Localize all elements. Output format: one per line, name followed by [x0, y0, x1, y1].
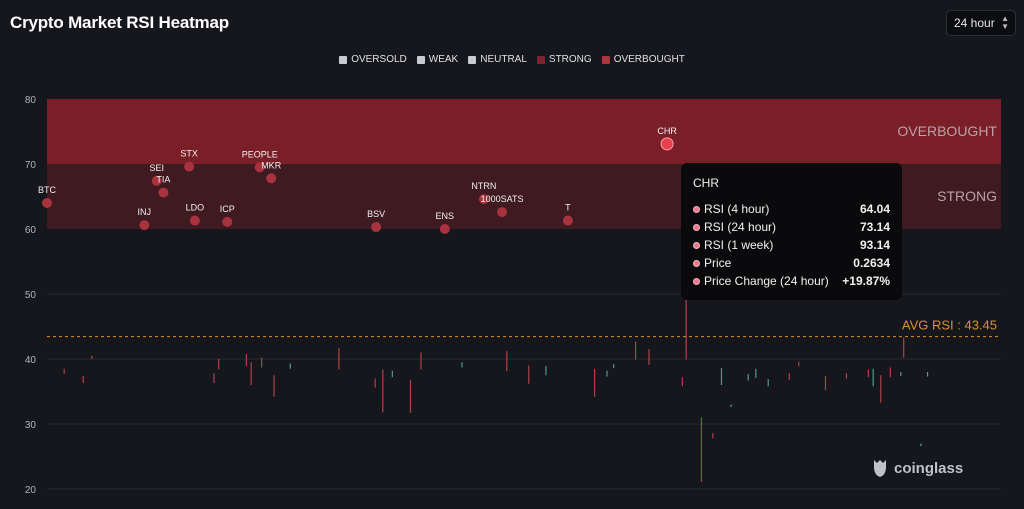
- point-label: BTC: [38, 185, 57, 195]
- tooltip-value: 73.14: [859, 220, 890, 234]
- y-tick-label: 70: [25, 160, 37, 171]
- tooltip-row: RSI (4 hour) 64.04: [693, 200, 890, 218]
- tooltip-label: RSI (1 week): [704, 238, 774, 252]
- point-label: NTRN: [471, 181, 496, 191]
- point-label: TIA: [156, 175, 170, 185]
- tooltip-label: Price Change (24 hour): [704, 274, 829, 288]
- point-label: T: [565, 203, 571, 213]
- y-tick-label: 50: [25, 290, 37, 301]
- data-point-stx: [184, 161, 195, 172]
- tooltip-title: CHR: [693, 176, 719, 190]
- point-label: BSV: [367, 209, 385, 219]
- y-tick-label: 60: [25, 225, 37, 236]
- zone-label: STRONG: [937, 188, 997, 204]
- y-tick-label: 80: [25, 95, 37, 106]
- tooltip-label: Price: [704, 256, 732, 270]
- tooltip-value: +19.87%: [842, 274, 890, 288]
- tooltip-dot-icon: [693, 259, 700, 267]
- data-point-1000sats: [497, 207, 508, 218]
- point-label: MKR: [261, 160, 282, 170]
- point-label: CHR: [657, 126, 677, 136]
- coinglass-logo: coinglass: [871, 458, 963, 478]
- tooltip-row: Price 0.2634: [693, 254, 890, 272]
- data-point-ldo: [189, 215, 200, 226]
- tooltip-dot-icon: [693, 241, 700, 249]
- data-point-icp: [222, 216, 233, 227]
- tooltip-row: RSI (24 hour) 73.14: [693, 218, 890, 236]
- data-point-inj: [139, 220, 150, 231]
- point-label: PEOPLE: [242, 149, 278, 159]
- tooltip-dot-icon: [693, 277, 700, 285]
- y-tick-label: 20: [25, 485, 37, 496]
- tooltip-row: Price Change (24 hour) +19.87%: [693, 272, 890, 290]
- point-label: STX: [180, 149, 198, 159]
- chr-tooltip: CHR RSI (4 hour) 64.04 RSI (24 hour) 73.…: [681, 163, 902, 300]
- point-label: ICP: [220, 204, 235, 214]
- y-tick-label: 30: [25, 420, 37, 431]
- tooltip-value: 64.04: [859, 202, 890, 216]
- point-label: 1000SATS: [481, 194, 524, 204]
- coinglass-icon: [874, 460, 886, 477]
- point-label: INJ: [138, 207, 152, 217]
- zone-label: OVERBOUGHT: [897, 123, 997, 139]
- data-point-tia: [158, 187, 169, 198]
- tooltip-dot-icon: [693, 205, 700, 213]
- tooltip-value: 93.14: [859, 238, 890, 252]
- data-point-mkr: [266, 173, 277, 184]
- point-label: LDO: [186, 203, 205, 213]
- brand-name: coinglass: [894, 459, 964, 477]
- tooltip-row: RSI (1 week) 93.14: [693, 236, 890, 254]
- data-point-chr: [660, 137, 674, 151]
- data-point-btc: [42, 198, 52, 208]
- tooltip-dot-icon: [693, 223, 700, 231]
- data-point-t: [562, 215, 573, 226]
- tooltip-value: 0.2634: [853, 256, 890, 270]
- tooltip-label: RSI (4 hour): [704, 202, 770, 216]
- point-label: ENS: [436, 211, 455, 221]
- data-point-bsv: [371, 222, 382, 233]
- y-tick-label: 40: [25, 355, 37, 366]
- data-point-ens: [439, 224, 450, 234]
- point-label: SEI: [149, 163, 164, 173]
- avg-rsi-label: AVG RSI : 43.45: [902, 318, 997, 333]
- tooltip-label: RSI (24 hour): [704, 220, 777, 234]
